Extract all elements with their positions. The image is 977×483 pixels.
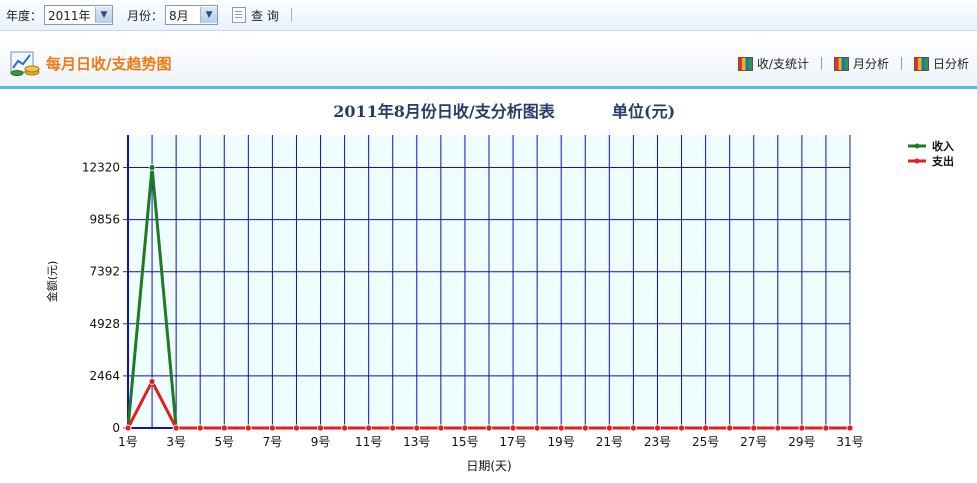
x-tick-label: 21号 bbox=[596, 435, 623, 449]
data-point bbox=[509, 424, 517, 432]
nav-divider bbox=[900, 57, 902, 70]
section-header: 每月日收/支趋势图 收/支统计 月分析 日分析 bbox=[0, 36, 977, 89]
books-icon bbox=[737, 56, 753, 71]
x-tick-label: 19号 bbox=[548, 435, 575, 449]
chevron-down-icon: ▼ bbox=[95, 7, 113, 23]
year-label: 年度： bbox=[6, 8, 43, 23]
data-point bbox=[341, 424, 349, 432]
data-point bbox=[293, 424, 300, 432]
x-tick-label: 23号 bbox=[644, 435, 671, 449]
y-tick-label: 0 bbox=[112, 421, 120, 435]
chevron-down-icon: ▼ bbox=[200, 7, 218, 23]
x-tick-label: 11号 bbox=[355, 435, 382, 449]
data-point bbox=[485, 424, 493, 432]
x-tick-label: 15号 bbox=[451, 435, 478, 449]
y-tick-label: 7392 bbox=[89, 265, 120, 279]
data-point bbox=[124, 424, 132, 432]
data-point bbox=[822, 424, 830, 432]
data-point bbox=[533, 424, 541, 432]
nav-income-expense-stats[interactable]: 收/支统计 bbox=[737, 55, 809, 72]
y-tick-label: 9856 bbox=[89, 213, 120, 227]
chart-unit: 单位(元) bbox=[612, 102, 675, 121]
legend-label: 收入 bbox=[932, 139, 954, 153]
data-point bbox=[413, 424, 421, 432]
y-tick-label: 12320 bbox=[82, 161, 120, 175]
data-point bbox=[317, 424, 324, 432]
data-point bbox=[365, 424, 373, 432]
y-tick-label: 4928 bbox=[89, 317, 120, 331]
data-point bbox=[605, 424, 613, 432]
month-select-value: 8月 bbox=[169, 8, 189, 23]
y-axis-label: 金额(元) bbox=[45, 261, 59, 303]
x-axis: 1号 3号 5号 7号 9号 11号 13号 15号 17号 19号 21号 23号 25号 27号 29号… bbox=[118, 435, 863, 449]
nav-divider bbox=[820, 57, 822, 70]
data-point bbox=[846, 424, 854, 432]
nav-label: 收/支统计 bbox=[756, 57, 809, 71]
month-select[interactable]: 8月 ▼ bbox=[165, 5, 219, 25]
y-tick-label: 2464 bbox=[89, 369, 120, 383]
nav-month-analysis[interactable]: 月分析 bbox=[833, 55, 889, 72]
year-select[interactable]: 2011年 ▼ bbox=[44, 5, 114, 25]
data-point bbox=[389, 424, 397, 432]
y-axis: 0 2464 4928 7392 9856 12320 bbox=[82, 161, 128, 435]
books-icon bbox=[833, 56, 849, 71]
toolbar-divider bbox=[290, 8, 292, 22]
data-point bbox=[750, 424, 758, 432]
data-point bbox=[630, 424, 637, 432]
data-point bbox=[798, 424, 806, 432]
x-axis-label: 日期(天) bbox=[466, 459, 511, 473]
data-point bbox=[678, 424, 685, 432]
document-icon bbox=[232, 7, 247, 23]
data-point bbox=[196, 424, 204, 432]
section-title: 每月日收/支趋势图 bbox=[46, 55, 172, 73]
data-point bbox=[702, 424, 709, 432]
data-point bbox=[726, 424, 734, 432]
data-point bbox=[172, 424, 180, 432]
analysis-nav: 收/支统计 月分析 日分析 bbox=[737, 55, 969, 72]
x-tick-label: 3号 bbox=[166, 435, 186, 449]
chart-title: 2011年8月份日收/支分析图表 bbox=[333, 102, 556, 121]
data-point bbox=[461, 424, 469, 432]
x-tick-label: 27号 bbox=[740, 435, 767, 449]
trend-chart-icon bbox=[10, 51, 40, 76]
nav-label: 月分析 bbox=[852, 57, 889, 71]
data-point bbox=[244, 424, 252, 432]
x-tick-label: 7号 bbox=[263, 435, 283, 449]
data-point bbox=[557, 424, 565, 432]
x-tick-label: 31号 bbox=[836, 435, 863, 449]
x-tick-label: 9号 bbox=[311, 435, 331, 449]
data-point bbox=[654, 424, 661, 432]
legend-marker bbox=[914, 143, 920, 149]
nav-label: 日分析 bbox=[932, 57, 969, 71]
legend-marker bbox=[914, 158, 920, 164]
x-tick-label: 1号 bbox=[118, 435, 138, 449]
x-tick-label: 25号 bbox=[692, 435, 719, 449]
data-point bbox=[437, 424, 445, 432]
query-button-label: 查 询 bbox=[251, 8, 279, 23]
query-button[interactable]: 查 询 bbox=[232, 7, 279, 24]
month-label: 月份： bbox=[127, 8, 164, 23]
daily-trend-chart: 2011年8月份日收/支分析图表 单位(元) 0 2464 4928 7392 9856… bbox=[45, 102, 954, 473]
legend-label: 支出 bbox=[931, 154, 954, 168]
x-tick-label: 5号 bbox=[214, 435, 234, 449]
data-point bbox=[220, 424, 228, 432]
data-point bbox=[148, 164, 156, 171]
x-tick-label: 29号 bbox=[788, 435, 815, 449]
nav-day-analysis[interactable]: 日分析 bbox=[913, 55, 969, 72]
x-tick-label: 17号 bbox=[499, 435, 526, 449]
year-select-value: 2011年 bbox=[48, 8, 91, 23]
filter-toolbar: 年度： 2011年 ▼ 月份： 8月 ▼ 查 询 bbox=[0, 0, 977, 31]
x-tick-label: 13号 bbox=[403, 435, 430, 449]
data-point bbox=[148, 378, 156, 385]
data-point bbox=[581, 424, 589, 432]
books-icon bbox=[913, 56, 929, 71]
chart-legend: 收入支出 bbox=[908, 139, 954, 168]
data-point bbox=[268, 424, 276, 432]
data-point bbox=[774, 424, 782, 432]
